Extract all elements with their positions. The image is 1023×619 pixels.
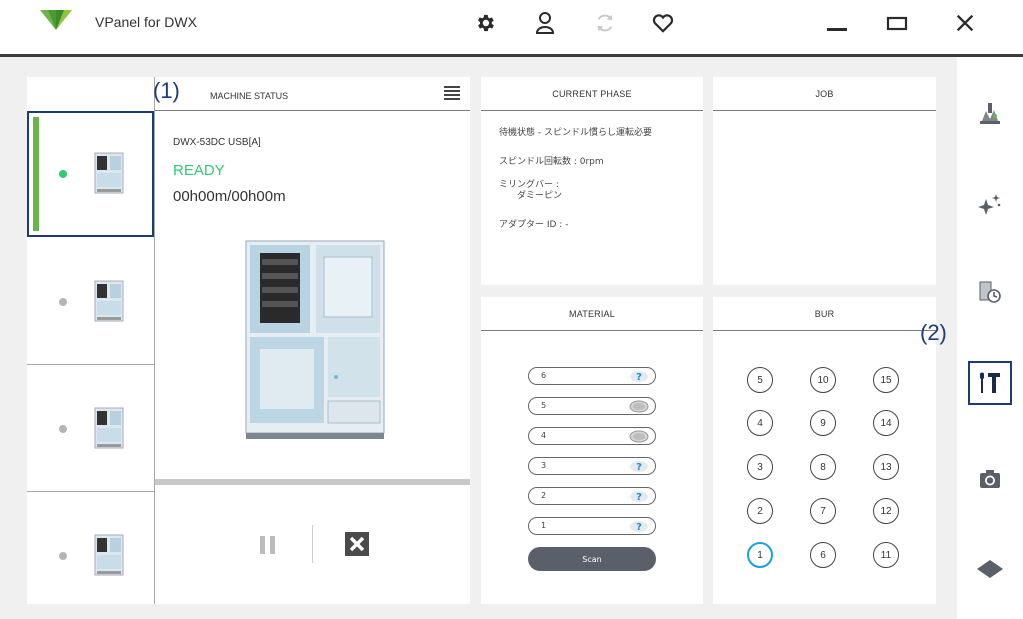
title-divider	[0, 54, 1023, 57]
milling-bar-value: ダミーピン	[517, 191, 563, 201]
question-icon: ?	[630, 371, 648, 383]
disc-icon	[629, 430, 649, 443]
refresh-icon[interactable]	[590, 8, 620, 38]
machine-slot-3[interactable]	[27, 366, 154, 492]
machine-state: READY	[173, 162, 225, 179]
material-slot-1[interactable]: 1 ?	[528, 517, 656, 535]
annotation-1: (1)	[153, 78, 180, 103]
bur-slot-3[interactable]: 3	[747, 454, 773, 480]
bur-slot-12[interactable]: 12	[873, 498, 899, 524]
maximize-icon[interactable]	[882, 8, 912, 38]
control-divider	[312, 525, 313, 563]
user-icon[interactable]	[530, 8, 560, 38]
material-header: MATERIAL	[481, 297, 703, 331]
job-panel: JOB	[713, 77, 936, 285]
annotation-2: (2)	[920, 320, 947, 345]
job-header: JOB	[713, 77, 936, 111]
machine-status-title: MACHINE STATUS	[210, 91, 289, 101]
status-dot	[59, 552, 67, 560]
bur-slot-4[interactable]: 4	[747, 410, 773, 436]
bur-slot-8[interactable]: 8	[810, 454, 836, 480]
title-bar: VPanel for DWX	[0, 0, 1023, 54]
adapter-id: アダプター ID : -	[499, 220, 569, 230]
material-slot-4[interactable]: 4	[528, 427, 656, 445]
machine-slot-4[interactable]	[27, 493, 154, 619]
machine-status-panel: MACHINE STATUS DWX-53DC USB[A] READY 00h…	[155, 77, 470, 604]
app-title: VPanel for DWX	[95, 14, 197, 30]
camera-icon[interactable]	[968, 457, 1012, 501]
question-icon: ?	[630, 521, 648, 533]
disc-icon	[629, 400, 649, 413]
status-dot	[59, 425, 67, 433]
svg-text:?: ?	[636, 372, 642, 383]
bur-slot-6[interactable]: 6	[810, 542, 836, 568]
progress-bar	[155, 479, 470, 485]
svg-text:?: ?	[636, 492, 642, 503]
bur-header: BUR	[713, 297, 936, 331]
vpanel-logo-icon	[40, 10, 72, 30]
machine-thumbnail-icon	[94, 407, 124, 449]
diamond-icon[interactable]	[968, 547, 1012, 591]
machine-time: 00h00m/00h00m	[173, 188, 286, 205]
tools-icon[interactable]	[968, 361, 1012, 405]
schedule-icon[interactable]	[968, 270, 1012, 314]
material-slot-5[interactable]: 5	[528, 397, 656, 415]
pause-icon[interactable]	[255, 532, 281, 558]
spindle-speed: スピンドル回転数 : 0rpm	[499, 157, 604, 167]
material-slot-3[interactable]: 3 ?	[528, 457, 656, 475]
machine-slot-1[interactable]	[27, 111, 154, 237]
machine-image	[245, 240, 385, 439]
machine-list	[27, 77, 154, 604]
milling-icon[interactable]	[968, 92, 1012, 136]
question-icon: ?	[630, 461, 648, 473]
heart-icon[interactable]	[648, 8, 678, 38]
machine-thumbnail-icon	[94, 280, 124, 322]
bur-panel: BUR 5 10 15 4 9 14 3 8 13 2 7 12 1 6 11	[713, 297, 936, 604]
close-icon[interactable]	[950, 8, 980, 38]
svg-text:?: ?	[636, 462, 642, 473]
minimize-icon[interactable]	[822, 8, 852, 38]
right-sidebar	[957, 57, 1023, 619]
selected-indicator	[33, 117, 39, 231]
machine-thumbnail-icon	[94, 534, 124, 576]
material-panel: MATERIAL 6 ? 5 4 3 ? 2 ? 1 ? Scan	[481, 297, 703, 604]
scan-button[interactable]: Scan	[528, 547, 656, 571]
bur-slot-1[interactable]: 1	[747, 542, 773, 568]
question-icon: ?	[630, 491, 648, 503]
bur-slot-13[interactable]: 13	[873, 454, 899, 480]
bur-slot-2[interactable]: 2	[747, 498, 773, 524]
machine-slot-2[interactable]	[27, 239, 154, 365]
phase-status: 待機状態 - スピンドル慣らし運転必要	[499, 128, 652, 138]
svg-text:?: ?	[636, 522, 642, 533]
bur-slot-14[interactable]: 14	[873, 410, 899, 436]
bur-slot-7[interactable]: 7	[810, 498, 836, 524]
bur-slot-15[interactable]: 15	[873, 367, 899, 393]
bur-slot-5[interactable]: 5	[747, 367, 773, 393]
bur-slot-9[interactable]: 9	[810, 410, 836, 436]
machine-name: DWX-53DC USB[A]	[173, 137, 261, 148]
current-phase-panel: CURRENT PHASE 待機状態 - スピンドル慣らし運転必要 スピンドル回…	[481, 77, 703, 285]
status-dot	[59, 170, 67, 178]
menu-icon[interactable]	[444, 86, 460, 100]
status-dot	[59, 298, 67, 306]
material-slot-2[interactable]: 2 ?	[528, 487, 656, 505]
machine-thumbnail-icon	[94, 152, 124, 194]
current-phase-header: CURRENT PHASE	[481, 77, 703, 111]
machine-status-header: MACHINE STATUS	[155, 77, 470, 111]
bur-slot-10[interactable]: 10	[810, 367, 836, 393]
stop-icon[interactable]	[343, 530, 371, 558]
material-slot-6[interactable]: 6 ?	[528, 367, 656, 385]
sparkle-icon[interactable]	[968, 182, 1012, 226]
bur-slot-11[interactable]: 11	[873, 542, 899, 568]
gear-icon[interactable]	[470, 8, 500, 38]
